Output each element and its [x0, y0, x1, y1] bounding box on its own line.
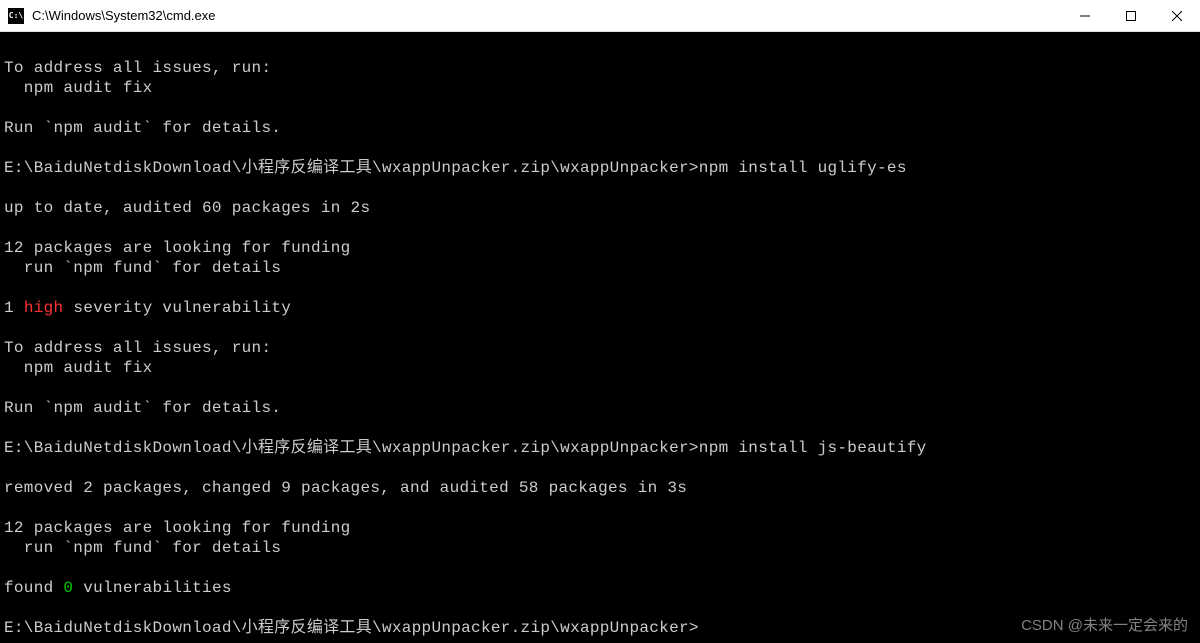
terminal-line: Run `npm audit` for details. [4, 118, 1196, 138]
watermark: CSDN @未来一定会来的 [1021, 614, 1188, 635]
minimize-button[interactable] [1062, 0, 1108, 31]
terminal-line [4, 318, 1196, 338]
terminal-line: npm audit fix [4, 78, 1196, 98]
terminal-line [4, 218, 1196, 238]
terminal-line: run `npm fund` for details [4, 538, 1196, 558]
terminal-line: E:\BaiduNetdiskDownload\小程序反编译工具\wxappUn… [4, 618, 1196, 638]
terminal-line [4, 598, 1196, 618]
terminal-line [4, 378, 1196, 398]
terminal-line [4, 458, 1196, 478]
titlebar[interactable]: C:\ C:\Windows\System32\cmd.exe [0, 0, 1200, 32]
terminal-line: E:\BaiduNetdiskDownload\小程序反编译工具\wxappUn… [4, 438, 1196, 458]
window-title: C:\Windows\System32\cmd.exe [32, 8, 1062, 23]
terminal-line: run `npm fund` for details [4, 258, 1196, 278]
terminal-line [4, 178, 1196, 198]
terminal-line [4, 98, 1196, 118]
terminal-line: removed 2 packages, changed 9 packages, … [4, 478, 1196, 498]
window-controls [1062, 0, 1200, 31]
terminal-line [4, 418, 1196, 438]
terminal-line: E:\BaiduNetdiskDownload\小程序反编译工具\wxappUn… [4, 158, 1196, 178]
terminal-line: npm audit fix [4, 358, 1196, 378]
terminal-line [4, 138, 1196, 158]
close-icon [1172, 11, 1182, 21]
terminal-line: To address all issues, run: [4, 338, 1196, 358]
terminal-line [4, 278, 1196, 298]
terminal-line: found 0 vulnerabilities [4, 578, 1196, 598]
terminal-output[interactable]: To address all issues, run: npm audit fi… [0, 32, 1200, 643]
terminal-line: Run `npm audit` for details. [4, 398, 1196, 418]
minimize-icon [1080, 11, 1090, 21]
terminal-line: 12 packages are looking for funding [4, 238, 1196, 258]
maximize-icon [1126, 11, 1136, 21]
maximize-button[interactable] [1108, 0, 1154, 31]
terminal-line [4, 558, 1196, 578]
terminal-line [4, 38, 1196, 58]
cmd-icon: C:\ [8, 8, 24, 24]
terminal-line: 12 packages are looking for funding [4, 518, 1196, 538]
terminal-line [4, 498, 1196, 518]
terminal-line: 1 high severity vulnerability [4, 298, 1196, 318]
close-button[interactable] [1154, 0, 1200, 31]
terminal-line: up to date, audited 60 packages in 2s [4, 198, 1196, 218]
terminal-line: To address all issues, run: [4, 58, 1196, 78]
